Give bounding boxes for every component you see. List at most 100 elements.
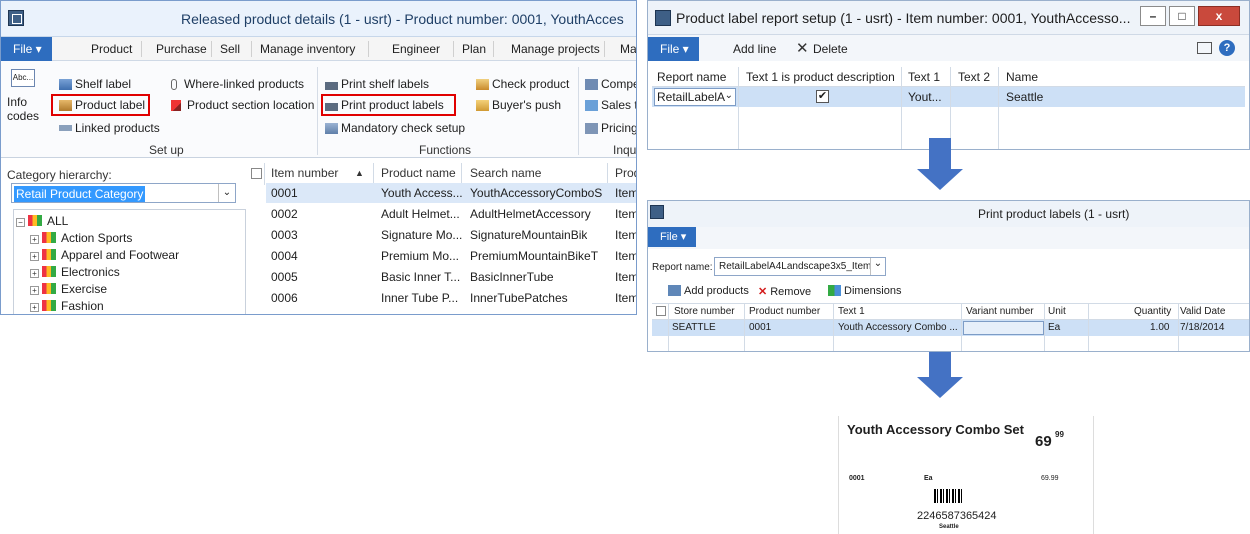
col-product-number[interactable]: Product number <box>749 306 820 317</box>
item-number-cell[interactable]: 0004 <box>271 249 298 263</box>
product-name-cell[interactable]: Adult Helmet... <box>381 207 460 221</box>
product-type-cell[interactable]: Item <box>615 228 636 242</box>
tab-more[interactable]: Ma <box>620 42 636 56</box>
dimensions-button[interactable]: Dimensions <box>828 285 901 297</box>
collapse-icon[interactable]: − <box>16 218 25 227</box>
name-cell[interactable]: Seattle <box>1006 90 1043 104</box>
tree-node[interactable]: + Exercise <box>30 282 107 296</box>
col-product-type[interactable]: Prod <box>615 166 636 180</box>
where-linked-products-button[interactable]: Where-linked products <box>171 77 304 91</box>
file-menu-button[interactable]: File <box>1 37 52 61</box>
tab-sell[interactable]: Sell <box>220 42 240 56</box>
search-name-cell[interactable]: SignatureMountainBik <box>470 228 587 242</box>
expand-icon[interactable]: + <box>30 303 39 312</box>
add-line-button[interactable]: Add line <box>733 42 776 56</box>
search-name-cell[interactable]: YouthAccessoryComboS <box>470 186 602 200</box>
item-number-cell[interactable]: 0002 <box>271 207 298 221</box>
text1-cell[interactable]: Youth Accessory Combo ... <box>838 322 958 333</box>
search-name-cell[interactable]: PremiumMountainBikeT <box>470 249 598 263</box>
expand-icon[interactable]: + <box>30 235 39 244</box>
tree-node[interactable]: + Apparel and Footwear <box>30 248 179 262</box>
product-type-cell[interactable]: Item <box>615 270 636 284</box>
col-store-number[interactable]: Store number <box>674 306 735 317</box>
help-icon[interactable]: ? <box>1219 40 1235 56</box>
product-name-cell[interactable]: Youth Access... <box>381 186 463 200</box>
expand-icon[interactable]: + <box>30 252 39 261</box>
search-name-cell[interactable]: BasicInnerTube <box>470 270 554 284</box>
col-variant-number[interactable]: Variant number <box>966 306 1034 317</box>
delete-button[interactable]: Delete <box>813 42 848 56</box>
add-products-button[interactable]: Add products <box>668 285 749 297</box>
col-text2[interactable]: Text 2 <box>958 70 990 84</box>
buyers-push-button[interactable]: Buyer's push <box>476 98 561 112</box>
tree-node[interactable]: + Electronics <box>30 265 120 279</box>
col-text1-is-product-description[interactable]: Text 1 is product description <box>746 70 895 84</box>
col-name[interactable]: Name <box>1006 70 1038 84</box>
store-number-cell[interactable]: SEATTLE <box>672 322 716 333</box>
product-type-cell[interactable]: Item <box>615 207 636 221</box>
check-product-button[interactable]: Check product <box>476 77 569 91</box>
valid-date-cell[interactable]: 7/18/2014 <box>1180 322 1225 333</box>
item-number-cell[interactable]: 0003 <box>271 228 298 242</box>
product-number-cell[interactable]: 0001 <box>749 322 771 333</box>
product-section-location-button[interactable]: Product section location <box>171 98 314 112</box>
select-all-checkbox[interactable] <box>656 306 666 316</box>
tab-manage-projects[interactable]: Manage projects <box>511 42 600 56</box>
product-type-cell[interactable]: Item <box>615 291 636 305</box>
col-item-number[interactable]: Item number <box>271 166 338 180</box>
file-menu-button[interactable]: File <box>648 37 699 61</box>
unit-cell[interactable]: Ea <box>1048 322 1060 333</box>
col-quantity[interactable]: Quantity <box>1134 306 1171 317</box>
table-row[interactable]: SEATTLE 0001 Youth Accessory Combo ... E… <box>652 320 1249 336</box>
layout-icon[interactable] <box>1197 42 1212 54</box>
col-valid-date[interactable]: Valid Date <box>1180 306 1225 317</box>
sales-tr-button[interactable]: Sales tr <box>585 98 636 112</box>
product-type-cell[interactable]: Item <box>615 186 636 200</box>
chevron-down-icon[interactable]: ⌄ <box>870 258 885 275</box>
print-shelf-labels-button[interactable]: Print shelf labels <box>325 77 429 91</box>
product-name-cell[interactable]: Basic Inner T... <box>381 270 460 284</box>
info-codes-button[interactable]: Abc... Info codes <box>7 67 47 129</box>
expand-icon[interactable]: + <box>30 286 39 295</box>
report-name-select[interactable]: RetailLabelA4Landscape3x5_Item ⌄ <box>714 257 886 276</box>
category-hierarchy-select[interactable]: Retail Product Category ⌄ <box>11 183 236 203</box>
col-text1[interactable]: Text 1 <box>908 70 940 84</box>
remove-button[interactable]: ✕ Remove <box>758 285 811 298</box>
shelf-label-button[interactable]: Shelf label <box>59 77 131 91</box>
expand-icon[interactable]: + <box>30 269 39 278</box>
maximize-button[interactable]: □ <box>1169 6 1195 26</box>
tab-plan[interactable]: Plan <box>462 42 486 56</box>
table-row[interactable]: RetailLabelA ⌄ ✔ Yout... Seattle <box>652 87 1245 107</box>
close-button[interactable]: x <box>1198 6 1240 26</box>
col-unit[interactable]: Unit <box>1048 306 1066 317</box>
product-name-cell[interactable]: Inner Tube P... <box>381 291 458 305</box>
search-name-cell[interactable]: AdultHelmetAccessory <box>470 207 591 221</box>
file-menu-button[interactable]: File <box>648 227 697 247</box>
tab-purchase[interactable]: Purchase <box>156 42 207 56</box>
col-product-name[interactable]: Product name <box>381 166 456 180</box>
linked-products-button[interactable]: Linked products <box>59 121 160 135</box>
tree-node-all[interactable]: − ALL <box>16 214 68 228</box>
tab-engineer[interactable]: Engineer <box>392 42 440 56</box>
chevron-down-icon[interactable]: ⌄ <box>218 184 235 202</box>
variant-number-field[interactable] <box>963 321 1044 335</box>
product-name-cell[interactable]: Premium Mo... <box>381 249 459 263</box>
delete-icon[interactable]: ✕ <box>796 39 809 57</box>
text1-cell[interactable]: Yout... <box>908 90 942 104</box>
tab-product[interactable]: Product <box>91 42 132 56</box>
select-all-checkbox[interactable] <box>251 168 262 179</box>
col-search-name[interactable]: Search name <box>470 166 541 180</box>
text1-is-description-checkbox[interactable]: ✔ <box>816 90 829 103</box>
item-number-cell[interactable]: 0006 <box>271 291 298 305</box>
item-number-cell[interactable]: 0001 <box>271 186 298 200</box>
product-type-cell[interactable]: Item <box>615 249 636 263</box>
search-name-cell[interactable]: InnerTubePatches <box>470 291 568 305</box>
pricing-button[interactable]: Pricing <box>585 121 636 135</box>
product-name-cell[interactable]: Signature Mo... <box>381 228 462 242</box>
compe-button[interactable]: Compe <box>585 77 636 91</box>
col-report-name[interactable]: Report name <box>657 70 726 84</box>
tab-manage-inventory[interactable]: Manage inventory <box>260 42 355 56</box>
quantity-cell[interactable]: 1.00 <box>1150 322 1169 333</box>
tree-node[interactable]: + Fashion <box>30 299 104 313</box>
col-text1[interactable]: Text 1 <box>838 306 865 317</box>
